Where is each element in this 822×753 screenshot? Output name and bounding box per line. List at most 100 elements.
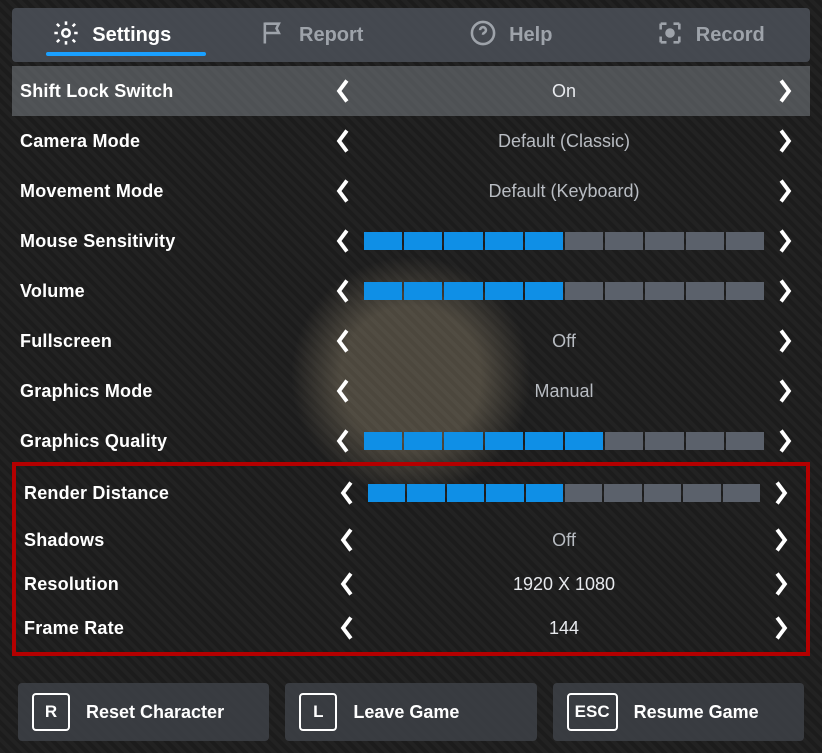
next-graphics-mode[interactable] [770,376,800,406]
next-movement-mode[interactable] [770,176,800,206]
segment [686,232,724,250]
prev-mouse-sensitivity[interactable] [328,226,358,256]
row-mouse-sensitivity: Mouse Sensitivity [12,216,810,266]
slider-graphics-quality[interactable] [364,432,764,450]
segment [525,432,563,450]
next-frame-rate[interactable] [766,613,796,643]
segment [645,432,683,450]
row-movement-mode: Movement Mode Default (Keyboard) [12,166,810,216]
label-graphics-quality: Graphics Quality [20,431,328,452]
value-camera-mode: Default (Classic) [358,131,770,152]
value-resolution: 1920 X 1080 [362,574,766,595]
label-fullscreen: Fullscreen [20,331,328,352]
next-graphics-quality[interactable] [770,426,800,456]
leave-game-button[interactable]: L Leave Game [285,683,536,741]
tab-bar: Settings Report Help Record [12,8,810,62]
slider-mouse-sensitivity[interactable] [364,232,764,250]
next-shift-lock[interactable] [770,76,800,106]
slider-volume[interactable] [364,282,764,300]
row-render-distance: Render Distance [16,468,806,518]
row-shadows: Shadows Off [16,518,806,562]
segment [404,282,442,300]
segment [645,232,683,250]
reset-character-button[interactable]: R Reset Character [18,683,269,741]
row-graphics-quality: Graphics Quality [12,416,810,466]
segment [364,432,402,450]
segment [726,232,764,250]
reset-character-label: Reset Character [86,702,224,723]
segment [486,484,523,502]
prev-volume[interactable] [328,276,358,306]
segment [364,282,402,300]
row-camera-mode: Camera Mode Default (Classic) [12,116,810,166]
segment [485,432,523,450]
tab-report[interactable]: Report [212,8,412,62]
label-graphics-mode: Graphics Mode [20,381,328,402]
next-resolution[interactable] [766,569,796,599]
segment [565,232,603,250]
leave-game-label: Leave Game [353,702,459,723]
prev-fullscreen[interactable] [328,326,358,356]
label-shift-lock: Shift Lock Switch [20,81,328,102]
next-fullscreen[interactable] [770,326,800,356]
settings-list: Shift Lock Switch On Camera Mode Default… [12,66,810,656]
value-movement-mode: Default (Keyboard) [358,181,770,202]
label-frame-rate: Frame Rate [24,618,332,639]
next-render-distance[interactable] [766,478,796,508]
key-r: R [32,693,70,731]
segment [444,232,482,250]
label-resolution: Resolution [24,574,332,595]
segment [404,232,442,250]
highlight-box: Render Distance Shadows Off Resolution 1… [12,462,810,656]
prev-movement-mode[interactable] [328,176,358,206]
segment [726,432,764,450]
prev-shadows[interactable] [332,525,362,555]
segment [683,484,720,502]
row-graphics-mode: Graphics Mode Manual [12,366,810,416]
slider-render-distance[interactable] [368,484,760,502]
next-camera-mode[interactable] [770,126,800,156]
next-shadows[interactable] [766,525,796,555]
segment [525,232,563,250]
segment [644,484,681,502]
tab-settings[interactable]: Settings [12,8,212,62]
row-shift-lock: Shift Lock Switch On [12,66,810,116]
resume-game-label: Resume Game [634,702,759,723]
label-movement-mode: Movement Mode [20,181,328,202]
footer-buttons: R Reset Character L Leave Game ESC Resum… [18,683,804,741]
value-frame-rate: 144 [362,618,766,639]
row-resolution: Resolution 1920 X 1080 [16,562,806,606]
segment [686,432,724,450]
next-volume[interactable] [770,276,800,306]
tab-settings-label: Settings [92,24,171,47]
value-graphics-mode: Manual [358,381,770,402]
label-volume: Volume [20,281,328,302]
segment [604,484,641,502]
tab-record-label: Record [696,24,765,47]
segment [407,484,444,502]
segment [565,484,602,502]
key-l: L [299,693,337,731]
prev-camera-mode[interactable] [328,126,358,156]
prev-render-distance[interactable] [332,478,362,508]
prev-graphics-mode[interactable] [328,376,358,406]
value-fullscreen: Off [358,331,770,352]
segment [605,432,643,450]
label-camera-mode: Camera Mode [20,131,328,152]
segment [526,484,563,502]
prev-resolution[interactable] [332,569,362,599]
prev-frame-rate[interactable] [332,613,362,643]
label-mouse-sensitivity: Mouse Sensitivity [20,231,328,252]
segment [404,432,442,450]
resume-game-button[interactable]: ESC Resume Game [553,683,804,741]
segment [444,282,482,300]
prev-graphics-quality[interactable] [328,426,358,456]
help-icon [469,19,497,52]
tab-record[interactable]: Record [611,8,811,62]
next-mouse-sensitivity[interactable] [770,226,800,256]
segment [444,432,482,450]
segment [364,232,402,250]
prev-shift-lock[interactable] [328,76,358,106]
tab-help[interactable]: Help [411,8,611,62]
value-shadows: Off [362,530,766,551]
